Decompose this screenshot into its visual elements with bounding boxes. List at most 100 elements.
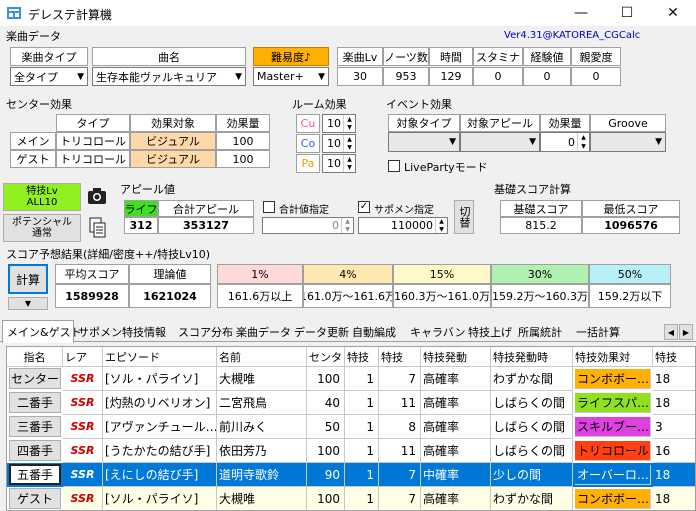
skill-lv-cell: 16 [653,439,695,463]
grid-header: 特技 [653,347,695,367]
room-level-input[interactable]: 10 ▲ ▼ [322,134,356,153]
camera-icon[interactable] [86,184,108,208]
calculate-button[interactable]: 計算 [8,264,48,294]
member-slot-button[interactable]: 二番手 [9,392,61,413]
base-score-label: 基礎スコア [500,200,582,217]
skill-activation-cell: 高確率 [421,415,491,439]
center-value-cell: 100 [307,487,345,510]
episode-cell[interactable]: [うたかたの結び手] [103,439,217,463]
tab-4[interactable]: 楽曲データ [232,322,291,342]
member-slot-button[interactable]: ゲスト [9,488,61,509]
center-target[interactable]: ビジュアル [130,150,216,168]
skill-level-cell: 1 [345,463,379,487]
close-button[interactable]: ✕ [650,0,696,26]
center-type[interactable]: トリコロール [56,132,130,150]
maximize-button[interactable]: ☐ [604,0,650,26]
name-cell[interactable]: 依田芳乃 [217,439,307,463]
percent-header: 1% [217,264,303,284]
difficulty-select[interactable]: Master+ ▼ [253,67,329,86]
total-specify-input[interactable]: 0 ▲ ▼ [262,217,354,234]
song-type-select[interactable]: 全タイプ ▼ [10,67,88,86]
center-target[interactable]: ビジュアル [130,132,216,150]
event-amount-input[interactable]: 0 ▲ ▼ [540,132,590,152]
life-label: ライフ [124,200,158,217]
total-specify-checkbox[interactable] [263,201,275,213]
skill-activation-cell: 高確率 [421,391,491,415]
event-header: 対象タイプ [388,114,460,132]
event-appeal-select[interactable]: ▼ [460,132,540,152]
tab-1[interactable]: サポメン [74,322,122,342]
song-name-select[interactable]: 生存本能ヴァルキュリア ▼ [92,67,246,86]
difficulty-button[interactable]: 難易度♪ [253,47,329,66]
member-slot-button[interactable]: センター [9,368,61,389]
name-cell[interactable]: 道明寺歌鈴 [217,463,307,487]
room-level-input[interactable]: 10 ▲ ▼ [322,114,356,133]
minimize-button[interactable]: — [558,0,604,26]
stats-header: 楽曲Lv [337,47,383,66]
tab-5[interactable]: データ更新 [290,322,349,342]
percent-header: 15% [393,264,491,284]
episode-cell[interactable]: [灼熱のリベリオン] [103,391,217,415]
room-level-input[interactable]: 10 ▲ ▼ [322,154,356,173]
spin-arrows-icon[interactable]: ▲ ▼ [343,135,355,152]
liveparty-checkbox[interactable] [388,160,400,172]
switch-button[interactable]: 切替 [454,200,474,234]
center-row-label: ゲスト [10,150,56,168]
skill-effect-cell: トリコロール… [575,441,651,461]
copy-icon[interactable] [88,216,108,240]
tab-6[interactable]: 自動編成 [348,322,406,342]
name-cell[interactable]: 大槻唯 [217,367,307,391]
support-specify-input[interactable]: 110000 ▲ ▼ [358,217,448,234]
groove-select[interactable]: ▼ [590,132,666,152]
stats-header: 経験値 [523,47,571,66]
stats-header: スタミナ [473,47,523,66]
tab-8[interactable]: 特技上げ [464,322,514,342]
tab-0[interactable]: メイン&ゲスト [2,320,82,343]
room-level-value: 10 [327,137,341,150]
member-slot-button[interactable]: 三番手 [9,416,61,437]
center-value-cell: 50 [307,415,345,439]
spin-arrows-icon[interactable]: ▲ ▼ [435,218,447,233]
percent-value: 161.0万〜161.6万 [303,284,393,308]
spin-arrows-icon[interactable]: ▲ ▼ [577,133,589,151]
event-type-select[interactable]: ▼ [388,132,460,152]
spin-arrows-icon[interactable]: ▲ ▼ [343,115,355,132]
difficulty-value: Master+ [257,70,304,83]
name-cell[interactable]: 大槻唯 [217,487,307,510]
total-specify-value: 0 [332,219,339,232]
member-slot-button[interactable]: 五番手 [9,464,61,485]
tab-scroll-left[interactable]: ◀ [664,324,678,340]
theory-score-label: 理論値 [129,264,211,284]
potential-button[interactable]: ポテンシャル 通常 [3,214,81,242]
skill-level-cell: 1 [345,367,379,391]
skill-level-button[interactable]: 特技Lv ALL10 [3,183,81,211]
version-label: Ver4.31@KATOREA_CGCalc [504,30,641,41]
name-cell[interactable]: 二宮飛鳥 [217,391,307,415]
episode-cell[interactable]: [ソル・パライソ] [103,487,217,510]
name-cell[interactable]: 前川みく [217,415,307,439]
tab-9[interactable]: 所属統計 [514,322,572,342]
tab-2[interactable]: 特技情報 [118,322,174,342]
member-slot-button[interactable]: 四番手 [9,440,61,461]
percent-header: 50% [589,264,671,284]
tab-3[interactable]: スコア分布 [174,322,233,342]
song-name-value: 生存本能ヴァルキュリア [96,70,217,84]
grid-header: 特技 [379,347,421,367]
stats-value: 129 [429,67,473,86]
center-type[interactable]: トリコロール [56,150,130,168]
spin-arrows-icon[interactable]: ▲ ▼ [341,218,353,233]
support-specify-checkbox[interactable]: ✓ [358,201,370,213]
skill-lv-cell: 18 [653,463,695,487]
skill-interval-cell: 11 [379,439,421,463]
center-amount: 100 [216,150,270,168]
tab-scroll-right[interactable]: ▶ [679,324,693,340]
tab-7[interactable]: キャラバン [406,322,465,342]
calc-options-button[interactable]: ▼ [8,297,48,310]
episode-cell[interactable]: [えにしの結び手] [103,463,217,487]
episode-cell[interactable]: [ソル・パライソ] [103,367,217,391]
episode-cell[interactable]: [アヴァンチュール… [103,415,217,439]
skill-interval-cell: 7 [379,487,421,510]
tab-10[interactable]: 一括計算 [572,322,626,342]
total-appeal-value: 353127 [158,217,254,234]
spin-arrows-icon[interactable]: ▲ ▼ [343,155,355,172]
